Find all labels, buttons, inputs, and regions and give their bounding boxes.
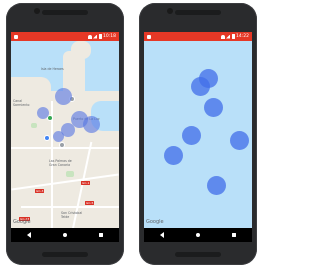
home-icon[interactable]: [63, 233, 67, 237]
status-bar: 10:18: [11, 32, 119, 41]
front-camera: [34, 8, 40, 14]
map-label: Sarmiento: [13, 103, 30, 107]
location-marker[interactable]: [55, 88, 72, 105]
google-logo: Google: [146, 219, 164, 225]
location-marker[interactable]: [83, 116, 100, 133]
highway-shield: GC-3: [35, 189, 45, 193]
map-label: Isla de Heroes: [41, 67, 64, 71]
map-pin-icon[interactable]: [59, 142, 65, 148]
location-marker[interactable]: [207, 176, 226, 195]
front-camera: [167, 8, 173, 14]
signal-icon: [93, 34, 98, 39]
phone-left: 10:18 Isla de Heroes Canal Sarmiento Las…: [6, 3, 124, 265]
map-view[interactable]: Google: [144, 41, 252, 228]
back-icon[interactable]: [160, 232, 164, 238]
google-logo: Google: [13, 219, 31, 225]
map-label: Telde: [61, 215, 70, 219]
bottom-speaker: [42, 252, 88, 257]
park: [66, 171, 74, 177]
screen-right: 14:22 Google: [144, 32, 252, 228]
phone-right: 14:22 Google: [139, 3, 257, 265]
map-label: Gran Canaria: [49, 163, 71, 167]
signal-icon: [226, 34, 231, 39]
map-view[interactable]: Isla de Heroes Canal Sarmiento Puerto de…: [11, 41, 119, 228]
map-pin-icon[interactable]: [44, 135, 50, 141]
recents-icon[interactable]: [232, 233, 236, 237]
road: [11, 147, 119, 149]
location-marker[interactable]: [37, 107, 49, 119]
location-marker[interactable]: [53, 131, 64, 142]
screen-left: 10:18 Isla de Heroes Canal Sarmiento Las…: [11, 32, 119, 228]
earpiece-speaker: [42, 10, 88, 15]
navigation-bar: [11, 228, 119, 242]
status-bar: 14:22: [144, 32, 252, 41]
navigation-bar: [144, 228, 252, 242]
status-time: 14:22: [236, 34, 249, 39]
bottom-speaker: [175, 252, 221, 257]
battery-icon: [231, 34, 235, 39]
earpiece-speaker: [175, 10, 221, 15]
location-marker[interactable]: [182, 126, 201, 145]
highway-shield: GC-5: [85, 201, 95, 205]
location-marker[interactable]: [204, 98, 223, 117]
battery-icon: [98, 34, 102, 39]
park: [31, 123, 37, 128]
status-time: 10:18: [103, 34, 116, 39]
app-notification-icon: [14, 34, 18, 39]
app-notification-icon: [147, 34, 151, 39]
wifi-icon: [220, 34, 225, 39]
back-icon[interactable]: [27, 232, 31, 238]
land-northwest: [11, 77, 51, 99]
location-marker[interactable]: [191, 77, 210, 96]
location-marker[interactable]: [164, 146, 183, 165]
location-marker[interactable]: [230, 131, 249, 150]
road: [21, 206, 119, 208]
wifi-icon: [87, 34, 92, 39]
highway-shield: GC-1: [81, 181, 91, 185]
land-peninsula: [71, 41, 91, 59]
home-icon[interactable]: [196, 233, 200, 237]
recents-icon[interactable]: [99, 233, 103, 237]
